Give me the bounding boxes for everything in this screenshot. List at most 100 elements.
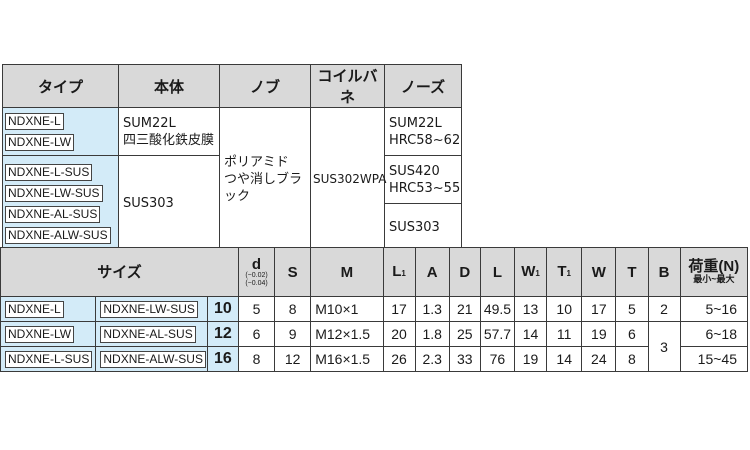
header-w1-label: W	[521, 262, 536, 280]
cell-d: 6	[237, 321, 276, 347]
header-d: d (−0.02) (−0.04)	[237, 247, 276, 297]
model-tag: NDXNE-LW	[5, 326, 75, 343]
cell-b: 3	[647, 321, 681, 372]
header-t1-label: T	[557, 262, 567, 280]
header-l1-sub: 1	[401, 268, 406, 278]
model-tag: NDXNE-ALW-SUS	[100, 351, 206, 368]
header-nose: ノーズ	[384, 64, 462, 108]
header-l1: L1	[382, 247, 416, 297]
cell-m: M10×1	[310, 296, 384, 322]
cell-b: 2	[647, 296, 681, 322]
model-b: NDXNE-LW-SUS	[95, 296, 208, 322]
cell-s: 8	[274, 296, 312, 322]
cell-l1: 20	[382, 321, 416, 347]
header-spring: コイルバネ	[310, 64, 385, 108]
material-header-row: タイプ 本体 ノブ コイルバネ ノーズ	[2, 64, 462, 108]
cell-a: 1.3	[414, 296, 450, 322]
header-m: M	[310, 247, 384, 297]
header-load: 荷重(N) 最小~最大	[679, 247, 749, 297]
cell-m: M12×1.5	[310, 321, 384, 347]
cell-w: 24	[581, 346, 617, 372]
cell-load: 6~18	[679, 321, 749, 347]
cell-d: 5	[237, 296, 276, 322]
cell-t: 8	[615, 346, 649, 372]
cell-t1: 14	[546, 346, 583, 372]
dimension-table: サイズ d (−0.02) (−0.04) S M L1 A D L W1 T1…	[0, 247, 749, 372]
cell-w: 17	[581, 296, 617, 322]
size-cell: 12	[206, 321, 239, 347]
header-d-label: d	[251, 255, 262, 273]
model-a: NDXNE-L-SUS	[0, 346, 97, 372]
cell-load: 15~45	[679, 346, 749, 372]
nose-sus420: SUS420 HRC53~55	[384, 155, 462, 204]
model-a: NDXNE-L	[0, 296, 97, 322]
cell-t: 6	[615, 321, 649, 347]
header-body: 本体	[118, 64, 220, 108]
cell-w: 19	[581, 321, 617, 347]
size-cell: 10	[206, 296, 239, 322]
cell-d: 8	[237, 346, 276, 372]
cell-load: 5~16	[679, 296, 749, 322]
header-dd: D	[448, 247, 481, 297]
knob-material: ポリアミド つや消しブラック	[219, 107, 311, 252]
cell-a: 1.8	[414, 321, 450, 347]
nose-sus303: SUS303	[384, 203, 462, 252]
cell-dd: 21	[448, 296, 481, 322]
header-size: サイズ	[0, 247, 239, 297]
cell-a: 2.3	[414, 346, 450, 372]
table-row: NDXNE-L NDXNE-LW-SUS 10 5 8 M10×1 17 1.3…	[0, 296, 749, 322]
cell-l: 57.7	[479, 321, 516, 347]
type-cell-sus: NDXNE-L-SUS NDXNE-LW-SUS NDXNE-AL-SUS ND…	[2, 155, 119, 252]
size-cell: 16	[206, 346, 239, 372]
header-b: B	[647, 247, 681, 297]
type-tag: NDXNE-LW-SUS	[5, 184, 103, 202]
table-row: NDXNE-LW NDXNE-AL-SUS 12 6 9 M12×1.5 20 …	[0, 321, 749, 372]
body-steel: SUM22L 四三酸化鉄皮膜	[118, 107, 220, 156]
material-row-steel: NDXNE-L NDXNE-LW SUM22L 四三酸化鉄皮膜 ポリアミド つや…	[2, 107, 462, 252]
model-tag: NDXNE-AL-SUS	[100, 326, 196, 343]
nose-steel: SUM22L HRC58~62	[384, 107, 462, 156]
type-tag: NDXNE-LW	[5, 133, 75, 151]
header-t1: T1	[546, 247, 583, 297]
cell-w1: 14	[513, 321, 548, 347]
header-knob: ノブ	[219, 64, 311, 108]
header-t: T	[615, 247, 649, 297]
type-cell-steel: NDXNE-L NDXNE-LW	[2, 107, 119, 156]
cell-dd: 25	[448, 321, 481, 347]
header-t1-sub: 1	[566, 268, 571, 278]
header-load-sub: 最小~最大	[693, 274, 735, 284]
cell-t: 5	[615, 296, 649, 322]
cell-t1: 11	[546, 321, 583, 347]
cell-w1: 13	[513, 296, 548, 322]
spring-material: SUS302WPA	[310, 107, 386, 252]
header-load-label: 荷重(N)	[688, 258, 740, 275]
cell-l: 49.5	[479, 296, 516, 322]
header-type: タイプ	[2, 64, 119, 108]
header-d-tol-lower: (−0.04)	[245, 279, 268, 287]
cell-w1: 19	[513, 346, 548, 372]
cell-l: 76	[479, 346, 516, 372]
model-a: NDXNE-LW	[0, 321, 97, 347]
header-s: S	[274, 247, 312, 297]
cell-l1: 26	[382, 346, 416, 372]
cell-s: 9	[274, 321, 312, 347]
model-tag: NDXNE-L-SUS	[5, 351, 93, 368]
table-row: NDXNE-L-SUS NDXNE-ALW-SUS 16 8 12 M16×1.…	[0, 346, 749, 372]
type-tag: NDXNE-L	[5, 112, 64, 130]
dim-header-row: サイズ d (−0.02) (−0.04) S M L1 A D L W1 T1…	[0, 247, 749, 297]
type-tag: NDXNE-L-SUS	[5, 163, 93, 181]
cell-m: M16×1.5	[310, 346, 384, 372]
cell-l1: 17	[382, 296, 416, 322]
body-sus: SUS303	[118, 155, 220, 252]
model-b: NDXNE-ALW-SUS	[95, 346, 208, 372]
header-w1: W1	[513, 247, 548, 297]
model-tag: NDXNE-LW-SUS	[100, 301, 198, 318]
header-w: W	[581, 247, 617, 297]
model-b: NDXNE-AL-SUS	[95, 321, 208, 347]
type-tag: NDXNE-ALW-SUS	[5, 226, 111, 244]
model-tag: NDXNE-L	[5, 301, 64, 318]
header-w1-sub: 1	[535, 268, 540, 278]
header-d-tol-upper: (−0.02)	[245, 271, 268, 279]
header-a: A	[414, 247, 450, 297]
header-l: L	[479, 247, 516, 297]
